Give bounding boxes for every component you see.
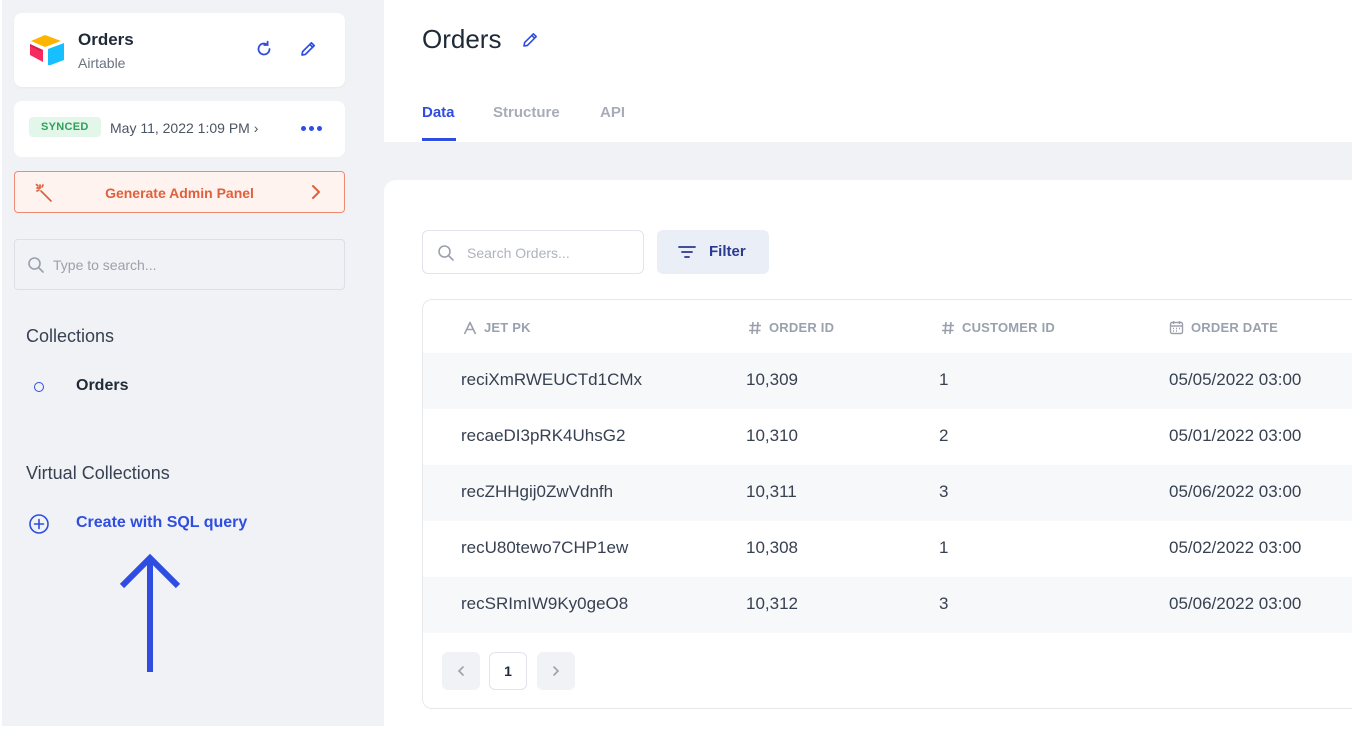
column-header-label: JET PK bbox=[484, 320, 531, 335]
filter-label: Filter bbox=[709, 243, 746, 260]
cell-order-date: 05/02/2022 03:00 bbox=[1169, 538, 1302, 557]
generate-admin-panel-button[interactable]: Generate Admin Panel bbox=[14, 171, 345, 213]
pencil-icon bbox=[523, 33, 537, 47]
connection-title: Orders bbox=[78, 30, 134, 49]
edit-title-button[interactable] bbox=[518, 28, 542, 52]
cell-jet-pk: recSRImIW9Ky0geO8 bbox=[461, 594, 629, 613]
orders-search-input[interactable] bbox=[467, 242, 637, 264]
filter-icon bbox=[678, 246, 696, 258]
sync-time-link[interactable]: May 11, 2022 1:09 PM › bbox=[110, 120, 258, 136]
cell-jet-pk: recaeDI3pRK4UhsG2 bbox=[461, 426, 626, 445]
page-number-button[interactable]: 1 bbox=[489, 652, 527, 690]
chevron-left-icon bbox=[457, 666, 464, 676]
cell-customer-id: 2 bbox=[939, 426, 949, 445]
prev-page-button[interactable] bbox=[442, 652, 480, 690]
column-header-jet-pk[interactable]: JET PK bbox=[463, 320, 531, 335]
cell-order-date: 05/06/2022 03:00 bbox=[1169, 594, 1302, 613]
column-header-order-id[interactable]: ORDER ID bbox=[748, 320, 834, 335]
column-header-label: CUSTOMER ID bbox=[962, 320, 1055, 335]
virtual-collections-heading: Virtual Collections bbox=[26, 463, 170, 483]
connection-card: Orders Airtable bbox=[14, 13, 345, 87]
edit-connection-button[interactable] bbox=[296, 37, 320, 61]
cell-order-id: 10,308 bbox=[746, 538, 798, 557]
plus-circle-icon bbox=[29, 514, 49, 534]
table-row[interactable]: recSRImIW9Ky0geO8 10,312 3 05/06/2022 03… bbox=[423, 577, 1352, 633]
cell-customer-id: 3 bbox=[939, 594, 949, 613]
search-icon bbox=[28, 257, 44, 273]
more-dot bbox=[316, 125, 322, 131]
sidebar-search-input[interactable] bbox=[53, 254, 333, 276]
cell-order-id: 10,311 bbox=[746, 482, 797, 501]
column-header-customer-id[interactable]: CUSTOMER ID bbox=[941, 320, 1055, 335]
annotation-arrow-up-icon bbox=[119, 554, 181, 672]
create-sql-query-link[interactable]: Create with SQL query bbox=[26, 510, 326, 538]
cell-order-id: 10,312 bbox=[746, 594, 798, 613]
cell-order-date: 05/01/2022 03:00 bbox=[1169, 426, 1302, 445]
tab-structure[interactable]: Structure bbox=[493, 104, 560, 121]
sidebar-search bbox=[14, 239, 345, 290]
orders-search bbox=[422, 230, 644, 274]
synced-badge: SYNCED bbox=[29, 117, 101, 137]
generate-admin-panel-label: Generate Admin Panel bbox=[105, 185, 254, 201]
table-row[interactable]: recZHHgij0ZwVdnfh 10,311 3 05/06/2022 03… bbox=[423, 465, 1352, 521]
collection-item-label: Orders bbox=[76, 377, 129, 394]
cell-jet-pk: recZHHgij0ZwVdnfh bbox=[461, 482, 614, 501]
active-tab-indicator bbox=[422, 138, 456, 141]
cell-jet-pk: recU80tewo7CHP1ew bbox=[461, 538, 629, 557]
page-title: Orders bbox=[422, 24, 502, 54]
chevron-right-icon bbox=[553, 666, 560, 676]
collections-heading: Collections bbox=[26, 326, 115, 346]
calendar-icon bbox=[1169, 321, 1184, 335]
refresh-icon bbox=[257, 40, 271, 56]
collection-item-orders[interactable]: Orders bbox=[26, 373, 326, 401]
cell-order-date: 05/05/2022 03:00 bbox=[1169, 370, 1302, 389]
more-options-button[interactable] bbox=[298, 117, 324, 139]
cell-order-date: 05/06/2022 03:00 bbox=[1169, 482, 1302, 501]
connection-type: Airtable bbox=[78, 55, 126, 71]
column-header-label: ORDER ID bbox=[769, 320, 835, 335]
more-dot bbox=[308, 125, 314, 131]
table-row[interactable]: recU80tewo7CHP1ew 10,308 1 05/02/2022 03… bbox=[423, 521, 1352, 577]
chevron-right-icon bbox=[312, 185, 320, 199]
cell-customer-id: 1 bbox=[939, 370, 949, 389]
table-row[interactable]: recaeDI3pRK4UhsG2 10,310 2 05/01/2022 03… bbox=[423, 409, 1352, 465]
collection-dot-icon bbox=[34, 382, 44, 392]
pencil-icon bbox=[301, 41, 316, 56]
more-dots-icon bbox=[300, 125, 306, 131]
airtable-logo bbox=[30, 35, 64, 65]
filter-button[interactable]: Filter bbox=[657, 230, 769, 274]
create-sql-query-label: Create with SQL query bbox=[76, 514, 248, 531]
cell-order-id: 10,309 bbox=[746, 370, 798, 389]
text-type-icon bbox=[463, 321, 477, 334]
hash-icon bbox=[942, 321, 954, 334]
tab-api[interactable]: API bbox=[600, 104, 625, 121]
cell-customer-id: 3 bbox=[939, 482, 949, 501]
cell-jet-pk: reciXmRWEUCTd1CMx bbox=[461, 370, 643, 389]
sync-status-card: SYNCED May 11, 2022 1:09 PM › bbox=[14, 101, 345, 157]
next-page-button[interactable] bbox=[537, 652, 575, 690]
refresh-button[interactable] bbox=[252, 37, 276, 61]
orders-table: JET PK ORDER ID CUSTOMER ID ORDER DATE r… bbox=[422, 299, 1352, 709]
hash-icon bbox=[749, 321, 761, 334]
search-icon bbox=[438, 245, 454, 261]
cell-customer-id: 1 bbox=[939, 538, 949, 557]
cell-order-id: 10,310 bbox=[746, 426, 798, 445]
column-header-order-date[interactable]: ORDER DATE bbox=[1169, 320, 1278, 335]
tab-data[interactable]: Data bbox=[422, 104, 455, 121]
table-row[interactable]: reciXmRWEUCTd1CMx 10,309 1 05/05/2022 03… bbox=[423, 353, 1352, 409]
column-header-label: ORDER DATE bbox=[1191, 320, 1278, 335]
